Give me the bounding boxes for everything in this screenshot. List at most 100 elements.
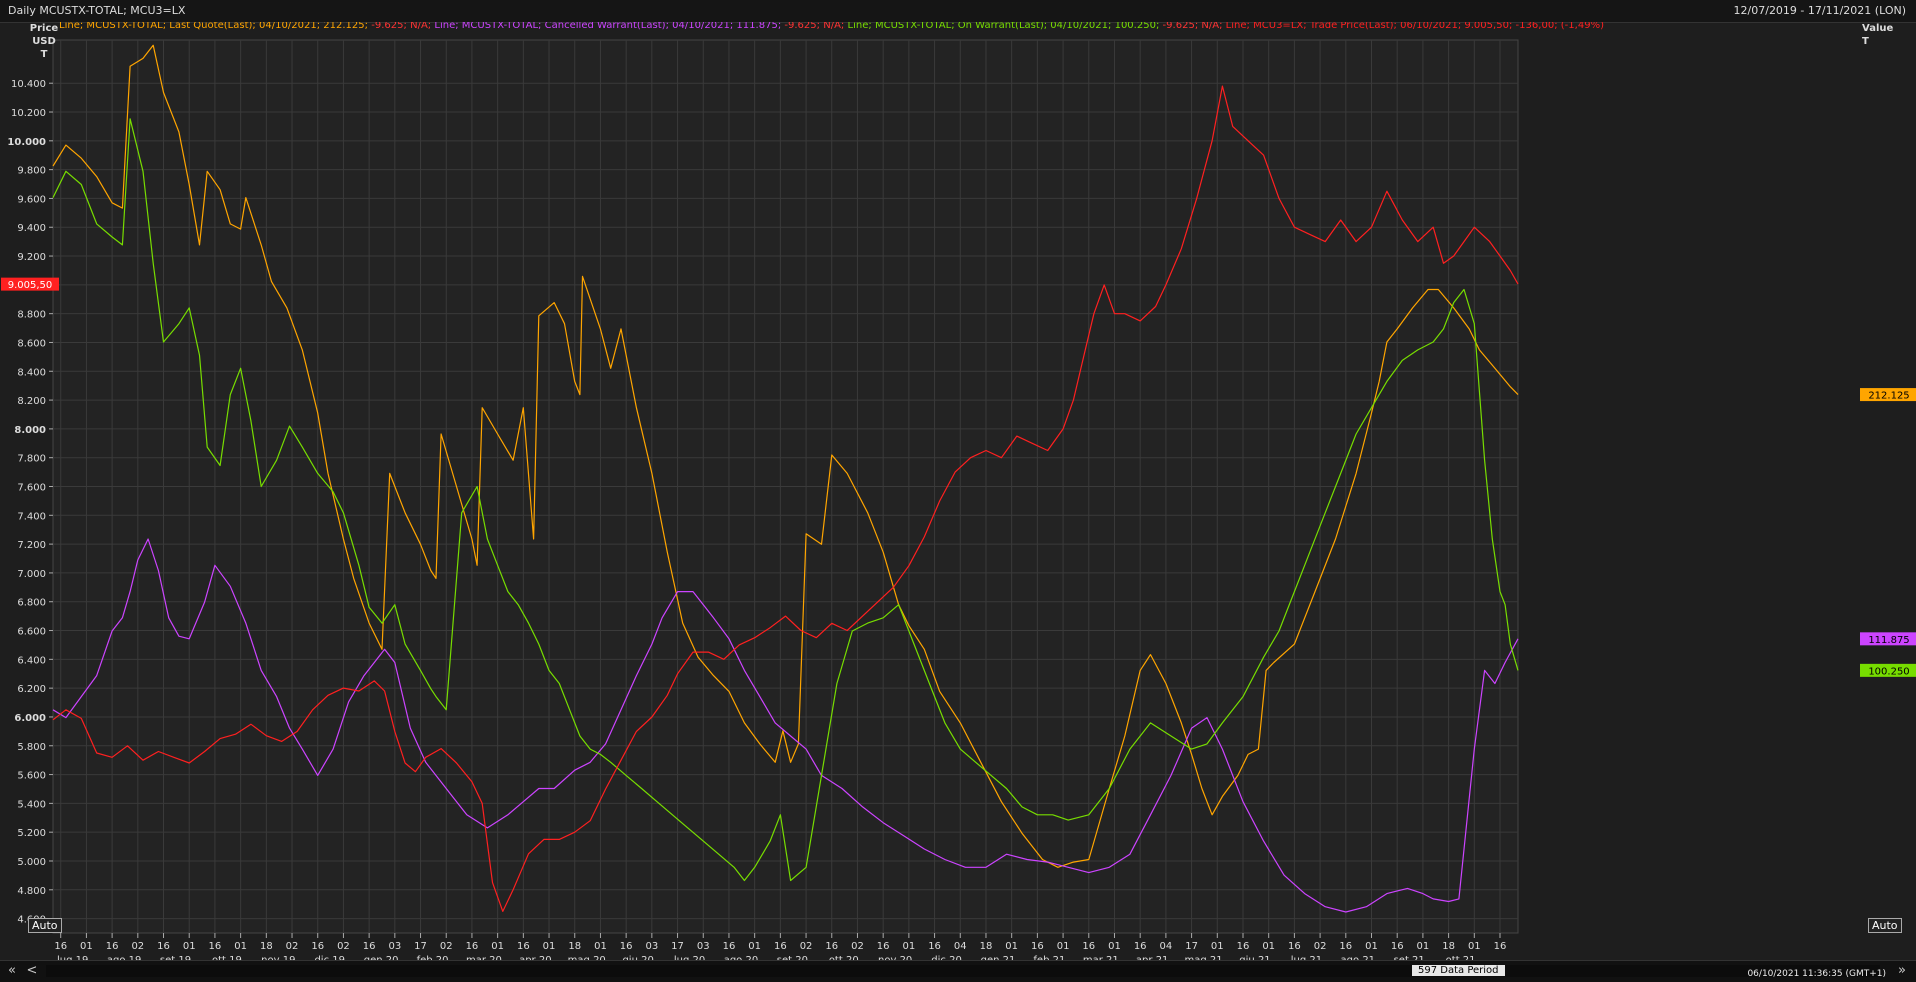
right-axis-label-unit: T [1862,36,1869,47]
x-tick-label: 16 [620,941,633,952]
left-tick-label: 7.600 [17,483,46,494]
date-range[interactable]: 12/07/2019 - 17/11/2021 (LON) [1734,4,1906,17]
left-tick-label: 8.600 [17,338,46,349]
horizontal-scrollbar[interactable] [46,965,1880,977]
x-tick-label: 16 [1339,941,1352,952]
x-tick-label: 16 [877,941,890,952]
x-tick-label: 16 [209,941,222,952]
left-tick-label: 8.000 [14,425,46,436]
x-tick-label: 02 [286,941,299,952]
x-tick-label: 16 [825,941,838,952]
x-tick-label: 01 [1468,941,1481,952]
left-tick-label: 5.200 [17,828,46,839]
left-tick-label: 8.800 [17,310,46,321]
legend-entry: -9.625; N/A; [371,22,434,31]
left-tick-label: 6.600 [17,627,46,638]
left-tick-label: 9.800 [17,166,46,177]
left-tick-label: 10.000 [7,137,46,148]
legend-entry: Line; MCUSTX-TOTAL; On Warrant(Last); 04… [848,22,1163,31]
legend-entry: Line; MCU3=LX; Trade Price(Last); 06/10/… [1226,22,1604,31]
x-tick-label: 16 [1288,941,1301,952]
left-tick-label: 7.000 [17,569,46,580]
chart-window: Daily MCUSTX-TOTAL; MCU3=LX 12/07/2019 -… [0,0,1916,982]
left-tick-label: 10.400 [11,79,46,90]
data-period-label[interactable]: 597 Data Period [1412,965,1505,976]
left-tick-label: 9.600 [17,194,46,205]
left-tick-label: 5.600 [17,771,46,782]
title-bar: Daily MCUSTX-TOTAL; MCU3=LX 12/07/2019 -… [0,0,1916,23]
x-tick-label: 18 [980,941,993,952]
left-tick-label: 8.200 [17,396,46,407]
left-axis-label-currency: USD [32,36,56,47]
last-value-label: 111.875 [1868,635,1909,646]
x-tick-label: 18 [260,941,273,952]
x-tick-label: 01 [1417,941,1430,952]
left-tick-label: 8.400 [17,367,46,378]
x-tick-label: 16 [1134,941,1147,952]
x-tick-label: 01 [594,941,607,952]
last-value-label: 212.125 [1868,391,1909,402]
x-tick-label: 02 [800,941,813,952]
x-tick-label: 02 [131,941,144,952]
left-axis-label: Price USD T [20,22,68,61]
left-axis-label-price: Price [29,23,59,34]
x-tick-label: 04 [954,941,967,952]
x-tick-label: 17 [1185,941,1198,952]
x-tick-label: 01 [903,941,916,952]
x-tick-label: 16 [1237,941,1250,952]
right-axis-label: Value T [1862,22,1902,48]
right-axis-label-value: Value [1862,23,1894,34]
auto-scale-left-button[interactable]: Auto [28,918,62,933]
legend-entry: -9.625; N/A; [784,22,847,31]
left-tick-label: 4.800 [17,886,46,897]
x-tick-label: 16 [1031,941,1044,952]
x-tick-label: 03 [645,941,658,952]
x-tick-label: 01 [80,941,93,952]
x-tick-label: 16 [1082,941,1095,952]
scroll-end-button[interactable]: » [1892,963,1912,979]
x-tick-label: 16 [1391,941,1404,952]
left-tick-label: 5.400 [17,799,46,810]
left-tick-label: 9.200 [17,252,46,263]
left-tick-label: 5.800 [17,742,46,753]
left-tick-label: 6.800 [17,598,46,609]
last-value-label: 100.250 [1868,666,1909,677]
x-tick-label: 16 [774,941,787,952]
x-tick-label: 01 [748,941,761,952]
x-tick-label: 16 [311,941,324,952]
x-tick-label: 01 [1211,941,1224,952]
x-tick-label: 04 [1160,941,1173,952]
x-tick-label: 01 [183,941,196,952]
x-tick-label: 16 [363,941,376,952]
legend-entry: Line; MCUSTX-TOTAL; Cancelled Warrant(La… [434,22,784,31]
x-tick-label: 01 [1365,941,1378,952]
x-tick-label: 02 [851,941,864,952]
x-tick-label: 02 [337,941,350,952]
left-tick-label: 9.400 [17,223,46,234]
auto-scale-right-button[interactable]: Auto [1868,918,1902,933]
x-tick-label: 16 [1494,941,1507,952]
x-tick-label: 03 [697,941,710,952]
last-value-label: 9.005,50 [8,280,53,291]
x-tick-label: 16 [54,941,67,952]
x-tick-label: 01 [543,941,556,952]
left-tick-label: 7.800 [17,454,46,465]
x-tick-label: 01 [1262,941,1275,952]
x-tick-label: 18 [1442,941,1455,952]
scroll-start-button[interactable]: « [2,963,22,979]
x-tick-label: 03 [388,941,401,952]
x-tick-label: 16 [928,941,941,952]
x-tick-label: 02 [440,941,453,952]
x-tick-label: 17 [671,941,684,952]
x-tick-label: 01 [1057,941,1070,952]
scroll-back-button[interactable]: < [22,963,42,979]
left-tick-label: 6.400 [17,655,46,666]
x-tick-label: 02 [1314,941,1327,952]
x-tick-label: 01 [234,941,247,952]
x-tick-label: 01 [1108,941,1121,952]
left-axis-label-unit: T [40,49,48,60]
chart-area[interactable]: 16 01 16 02 16 01 16 01 18 02 16 02 16 03 17 02 16 01 16 01… [0,22,1916,960]
x-tick-label: 16 [723,941,736,952]
x-tick-label: 16 [517,941,530,952]
left-tick-label: 7.200 [17,540,46,551]
